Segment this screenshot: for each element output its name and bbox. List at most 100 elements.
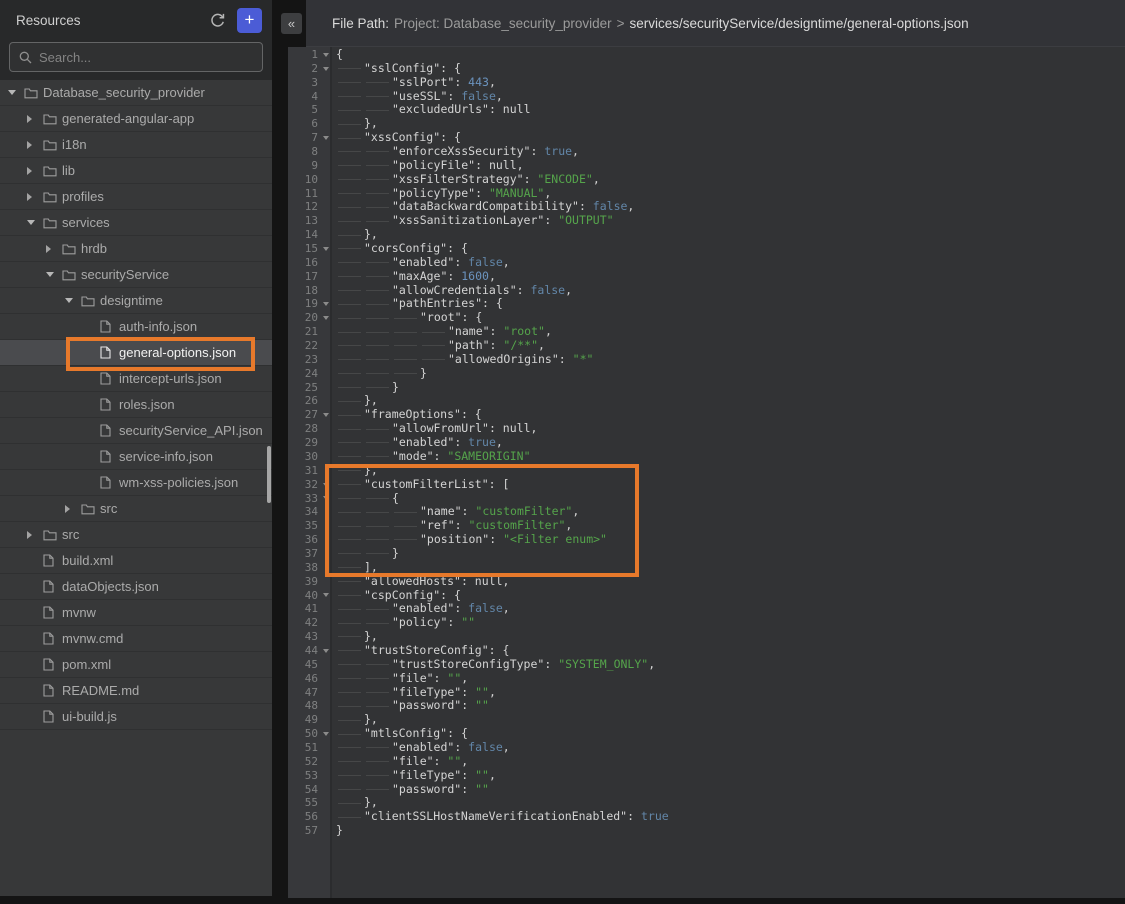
code-line-50[interactable]: 50"mtlsConfig": { <box>288 727 1125 741</box>
code-editor[interactable]: 1{2"sslConfig": {3"sslPort": 443,4"useSS… <box>288 47 1125 898</box>
code-line-45[interactable]: 45"trustStoreConfigType": "SYSTEM_ONLY", <box>288 658 1125 672</box>
code-line-14[interactable]: 14}, <box>288 228 1125 242</box>
search-box[interactable] <box>9 42 263 72</box>
code-line-2[interactable]: 2"sslConfig": { <box>288 62 1125 76</box>
code-line-25[interactable]: 25} <box>288 381 1125 395</box>
code-line-20[interactable]: 20"root": { <box>288 311 1125 325</box>
tree-folder-services[interactable]: services <box>0 210 272 236</box>
chevron-down-icon[interactable] <box>65 298 81 303</box>
code-line-52[interactable]: 52"file": "", <box>288 755 1125 769</box>
tree-file-securityService_API.json[interactable]: securityService_API.json <box>0 418 272 444</box>
refresh-button[interactable] <box>206 9 228 31</box>
tree-file-pom.xml[interactable]: pom.xml <box>0 652 272 678</box>
tree-folder-securityService[interactable]: securityService <box>0 262 272 288</box>
fold-toggle-icon[interactable] <box>323 483 329 487</box>
code-line-48[interactable]: 48"password": "" <box>288 699 1125 713</box>
code-line-28[interactable]: 28"allowFromUrl": null, <box>288 422 1125 436</box>
code-line-33[interactable]: 33{ <box>288 492 1125 506</box>
tree-file-roles.json[interactable]: roles.json <box>0 392 272 418</box>
code-line-37[interactable]: 37} <box>288 547 1125 561</box>
code-line-19[interactable]: 19"pathEntries": { <box>288 297 1125 311</box>
code-line-29[interactable]: 29"enabled": true, <box>288 436 1125 450</box>
code-line-5[interactable]: 5"excludedUrls": null <box>288 103 1125 117</box>
code-line-26[interactable]: 26}, <box>288 394 1125 408</box>
code-line-47[interactable]: 47"fileType": "", <box>288 686 1125 700</box>
code-line-49[interactable]: 49}, <box>288 713 1125 727</box>
code-line-43[interactable]: 43}, <box>288 630 1125 644</box>
code-line-16[interactable]: 16"enabled": false, <box>288 256 1125 270</box>
code-line-18[interactable]: 18"allowCredentials": false, <box>288 284 1125 298</box>
fold-toggle-icon[interactable] <box>323 649 329 653</box>
tree-folder-lib[interactable]: lib <box>0 158 272 184</box>
fold-toggle-icon[interactable] <box>323 413 329 417</box>
code-line-51[interactable]: 51"enabled": false, <box>288 741 1125 755</box>
code-line-3[interactable]: 3"sslPort": 443, <box>288 76 1125 90</box>
code-line-44[interactable]: 44"trustStoreConfig": { <box>288 644 1125 658</box>
fold-toggle-icon[interactable] <box>323 136 329 140</box>
fold-toggle-icon[interactable] <box>323 67 329 71</box>
tree-file-auth-info.json[interactable]: auth-info.json <box>0 314 272 340</box>
fold-toggle-icon[interactable] <box>323 316 329 320</box>
tree-folder-src[interactable]: src <box>0 522 272 548</box>
code-line-11[interactable]: 11"policyType": "MANUAL", <box>288 187 1125 201</box>
tree-folder-profiles[interactable]: profiles <box>0 184 272 210</box>
tree-file-mvnw.cmd[interactable]: mvnw.cmd <box>0 626 272 652</box>
code-line-13[interactable]: 13"xssSanitizationLayer": "OUTPUT" <box>288 214 1125 228</box>
tree-file-dataObjects.json[interactable]: dataObjects.json <box>0 574 272 600</box>
fold-toggle-icon[interactable] <box>323 247 329 251</box>
chevron-right-icon[interactable] <box>27 531 43 539</box>
code-line-24[interactable]: 24} <box>288 367 1125 381</box>
code-line-36[interactable]: 36"position": "<Filter enum>" <box>288 533 1125 547</box>
tree-file-service-info.json[interactable]: service-info.json <box>0 444 272 470</box>
code-line-30[interactable]: 30"mode": "SAMEORIGIN" <box>288 450 1125 464</box>
search-input[interactable] <box>39 50 253 65</box>
chevron-down-icon[interactable] <box>27 220 43 225</box>
add-resource-button[interactable]: + <box>237 8 262 33</box>
code-line-55[interactable]: 55}, <box>288 796 1125 810</box>
code-line-7[interactable]: 7"xssConfig": { <box>288 131 1125 145</box>
fold-toggle-icon[interactable] <box>323 302 329 306</box>
chevron-right-icon[interactable] <box>65 505 81 513</box>
code-line-54[interactable]: 54"password": "" <box>288 783 1125 797</box>
code-line-40[interactable]: 40"cspConfig": { <box>288 589 1125 603</box>
fold-toggle-icon[interactable] <box>323 732 329 736</box>
tree-folder-Database_security_provider[interactable]: Database_security_provider <box>0 80 272 106</box>
tree-folder-hrdb[interactable]: hrdb <box>0 236 272 262</box>
code-line-23[interactable]: 23"allowedOrigins": "*" <box>288 353 1125 367</box>
code-line-21[interactable]: 21"name": "root", <box>288 325 1125 339</box>
code-line-56[interactable]: 56"clientSSLHostNameVerificationEnabled"… <box>288 810 1125 824</box>
chevron-right-icon[interactable] <box>46 245 62 253</box>
code-line-10[interactable]: 10"xssFilterStrategy": "ENCODE", <box>288 173 1125 187</box>
code-line-27[interactable]: 27"frameOptions": { <box>288 408 1125 422</box>
tree-file-general-options.json[interactable]: general-options.json <box>0 340 272 366</box>
sidebar-scrollbar-thumb[interactable] <box>267 446 271 503</box>
tree-file-intercept-urls.json[interactable]: intercept-urls.json <box>0 366 272 392</box>
code-line-39[interactable]: 39"allowedHosts": null, <box>288 575 1125 589</box>
code-line-53[interactable]: 53"fileType": "", <box>288 769 1125 783</box>
code-line-1[interactable]: 1{ <box>288 48 1125 62</box>
tree-folder-src[interactable]: src <box>0 496 272 522</box>
chevron-down-icon[interactable] <box>8 90 24 95</box>
code-line-17[interactable]: 17"maxAge": 1600, <box>288 270 1125 284</box>
code-line-4[interactable]: 4"useSSL": false, <box>288 90 1125 104</box>
tree-file-wm-xss-policies.json[interactable]: wm-xss-policies.json <box>0 470 272 496</box>
code-line-42[interactable]: 42"policy": "" <box>288 616 1125 630</box>
code-line-12[interactable]: 12"dataBackwardCompatibility": false, <box>288 200 1125 214</box>
code-line-15[interactable]: 15"corsConfig": { <box>288 242 1125 256</box>
fold-toggle-icon[interactable] <box>323 593 329 597</box>
tree-folder-generated-angular-app[interactable]: generated-angular-app <box>0 106 272 132</box>
code-line-32[interactable]: 32"customFilterList": [ <box>288 478 1125 492</box>
code-line-38[interactable]: 38], <box>288 561 1125 575</box>
code-line-41[interactable]: 41"enabled": false, <box>288 602 1125 616</box>
chevron-down-icon[interactable] <box>46 272 62 277</box>
fold-toggle-icon[interactable] <box>323 496 329 500</box>
code-line-35[interactable]: 35"ref": "customFilter", <box>288 519 1125 533</box>
code-line-6[interactable]: 6}, <box>288 117 1125 131</box>
chevron-right-icon[interactable] <box>27 193 43 201</box>
tree-file-mvnw[interactable]: mvnw <box>0 600 272 626</box>
tree-folder-i18n[interactable]: i18n <box>0 132 272 158</box>
code-line-31[interactable]: 31}, <box>288 464 1125 478</box>
chevron-right-icon[interactable] <box>27 141 43 149</box>
code-line-8[interactable]: 8"enforceXssSecurity": true, <box>288 145 1125 159</box>
fold-toggle-icon[interactable] <box>323 53 329 57</box>
